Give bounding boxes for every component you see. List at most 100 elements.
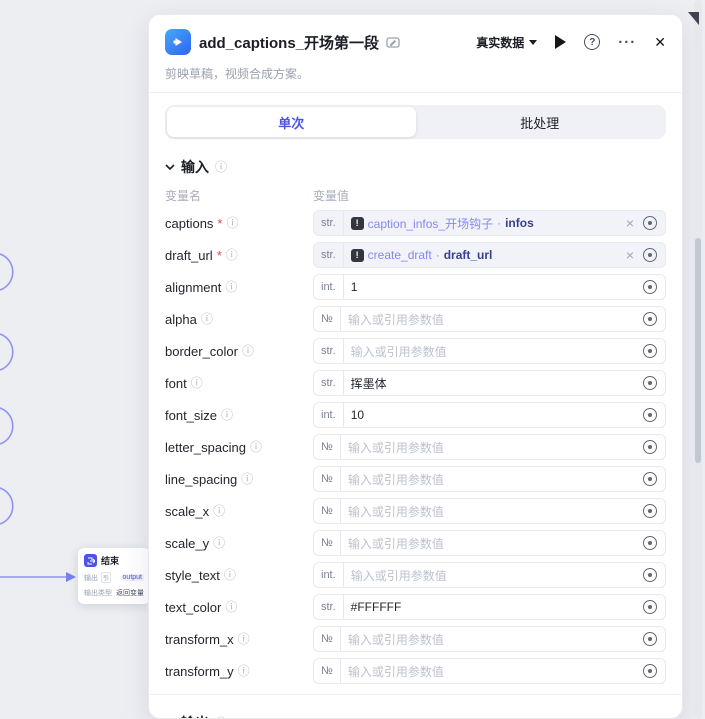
param-name-text: text_color	[165, 600, 221, 615]
reference-separator: ·	[436, 248, 440, 262]
type-badge: №	[314, 467, 341, 491]
param-name: alignmentⓘ	[165, 280, 313, 295]
reference-select-icon[interactable]	[643, 632, 657, 646]
param-placeholder: 输入或引用参数值	[348, 311, 444, 328]
param-value-text: #FFFFFF	[351, 600, 402, 614]
reference-select-icon[interactable]	[643, 312, 657, 326]
param-name: fontⓘ	[165, 376, 313, 391]
reference-select-icon[interactable]	[643, 664, 657, 678]
scrollbar-thumb[interactable]	[695, 238, 701, 463]
param-value-field[interactable]: str.!caption_infos_开场钩子·infos×	[313, 210, 666, 236]
chevron-down-icon	[529, 40, 537, 45]
param-value-field[interactable]: №输入或引用参数值	[313, 434, 666, 460]
header-divider	[149, 92, 682, 93]
param-row: scale_xⓘ№输入或引用参数值	[165, 498, 666, 524]
info-icon[interactable]: ⓘ	[225, 281, 237, 293]
reference-select-icon[interactable]	[643, 408, 657, 422]
reference-select-icon[interactable]	[643, 376, 657, 390]
required-asterisk: *	[217, 248, 222, 263]
info-icon[interactable]: ⓘ	[221, 409, 233, 421]
param-row: fontⓘstr.挥墨体	[165, 370, 666, 396]
param-row: captions*ⓘstr.!caption_infos_开场钩子·infos×	[165, 210, 666, 236]
param-value-field[interactable]: №输入或引用参数值	[313, 466, 666, 492]
end-node-icon	[84, 554, 97, 567]
param-value-field[interactable]: str.挥墨体	[313, 370, 666, 396]
param-value-field[interactable]: str.输入或引用参数值	[313, 338, 666, 364]
reference-select-icon[interactable]	[643, 472, 657, 486]
rename-icon[interactable]	[386, 36, 400, 49]
param-value-field[interactable]: №输入或引用参数值	[313, 626, 666, 652]
output-section-header[interactable]: 输出 ⓘ	[165, 713, 666, 719]
reference-select-icon[interactable]	[643, 216, 657, 230]
chevron-down-icon	[165, 164, 175, 170]
param-row: alignmentⓘint.1	[165, 274, 666, 300]
param-value-field[interactable]: int.输入或引用参数值	[313, 562, 666, 588]
reference-select-icon[interactable]	[643, 440, 657, 454]
param-value-field[interactable]: int.1	[313, 274, 666, 300]
param-value-field[interactable]: №输入或引用参数值	[313, 530, 666, 556]
data-mode-dropdown[interactable]: 真实数据	[476, 34, 537, 51]
info-icon[interactable]: ⓘ	[226, 217, 238, 229]
param-value-field[interactable]: № 输入或引用参数值	[313, 306, 666, 332]
param-value-text: 挥墨体	[351, 375, 387, 392]
param-value-field[interactable]: int.10	[313, 402, 666, 428]
param-row: line_spacing ⓘ №输入或引用参数值	[165, 466, 666, 492]
reference-select-icon[interactable]	[643, 568, 657, 582]
param-placeholder: 输入或引用参数值	[351, 343, 447, 360]
remove-reference-icon[interactable]: ×	[626, 216, 634, 230]
reference-select-icon[interactable]	[643, 344, 657, 358]
param-value-field[interactable]: str.!create_draft·draft_url×	[313, 242, 666, 268]
type-badge: №	[314, 307, 341, 331]
param-value-field[interactable]: №输入或引用参数值	[313, 498, 666, 524]
param-row: transform_x ⓘ №输入或引用参数值	[165, 626, 666, 652]
type-badge: int.	[314, 563, 344, 587]
end-type-value: 返回变量	[116, 588, 144, 598]
info-icon[interactable]: ⓘ	[226, 249, 238, 261]
info-icon[interactable]: ⓘ	[225, 601, 237, 613]
info-icon[interactable]: ⓘ	[242, 345, 254, 357]
param-row: alphaⓘ№输入或引用参数值	[165, 306, 666, 332]
more-options-icon[interactable]: ···	[618, 35, 636, 50]
remove-reference-icon[interactable]: ×	[626, 248, 634, 262]
run-button[interactable]	[555, 35, 566, 49]
param-name: border_colorⓘ	[165, 344, 313, 359]
input-section-header[interactable]: 输入 ⓘ	[165, 157, 666, 177]
close-icon[interactable]: ✕	[654, 35, 666, 49]
reference-select-icon[interactable]	[643, 248, 657, 262]
help-icon[interactable]: ?	[584, 34, 600, 50]
param-value-field[interactable]: str.#FFFFFF	[313, 594, 666, 620]
info-icon[interactable]: ⓘ	[250, 441, 262, 453]
scroll-up-arrow[interactable]	[688, 12, 699, 25]
variable-reference-chip[interactable]: !create_draft·draft_url	[351, 248, 493, 262]
reference-select-icon[interactable]	[643, 536, 657, 550]
info-icon[interactable]: ⓘ	[213, 537, 225, 549]
tab-single-run[interactable]: 单次	[167, 107, 416, 137]
info-icon[interactable]: ⓘ	[224, 569, 236, 581]
param-name: draft_url*ⓘ	[165, 248, 313, 263]
tab-batch-run[interactable]: 批处理	[416, 107, 665, 137]
param-name-text: transform_x	[165, 632, 234, 647]
info-icon[interactable]: ⓘ	[215, 161, 227, 173]
param-row: letter_spacingⓘ№输入或引用参数值	[165, 434, 666, 460]
param-value-field[interactable]: №输入或引用参数值	[313, 658, 666, 684]
param-name-text: line_spacing	[165, 472, 237, 487]
required-asterisk: *	[217, 216, 222, 231]
end-node[interactable]: 结束 输出 引 output 输出类型 返回变量	[78, 548, 150, 604]
param-placeholder: 输入或引用参数值	[348, 663, 444, 680]
info-icon[interactable]: ⓘ	[238, 633, 250, 645]
param-value-text: 1	[351, 280, 358, 294]
info-icon[interactable]: ⓘ	[201, 313, 213, 325]
run-mode-tabs: 单次 批处理	[165, 105, 666, 139]
info-icon[interactable]: ⓘ	[238, 665, 250, 677]
info-icon[interactable]: ⓘ	[241, 473, 253, 485]
column-variable-name: 变量名	[165, 187, 313, 204]
reference-select-icon[interactable]	[643, 600, 657, 614]
param-name: style_textⓘ	[165, 568, 313, 583]
info-icon[interactable]: ⓘ	[191, 377, 203, 389]
info-icon[interactable]: ⓘ	[213, 505, 225, 517]
variable-reference-chip[interactable]: !caption_infos_开场钩子·infos	[351, 215, 534, 232]
reference-select-icon[interactable]	[643, 504, 657, 518]
scrollbar[interactable]	[694, 0, 702, 719]
warning-icon: !	[351, 217, 364, 230]
reference-select-icon[interactable]	[643, 280, 657, 294]
